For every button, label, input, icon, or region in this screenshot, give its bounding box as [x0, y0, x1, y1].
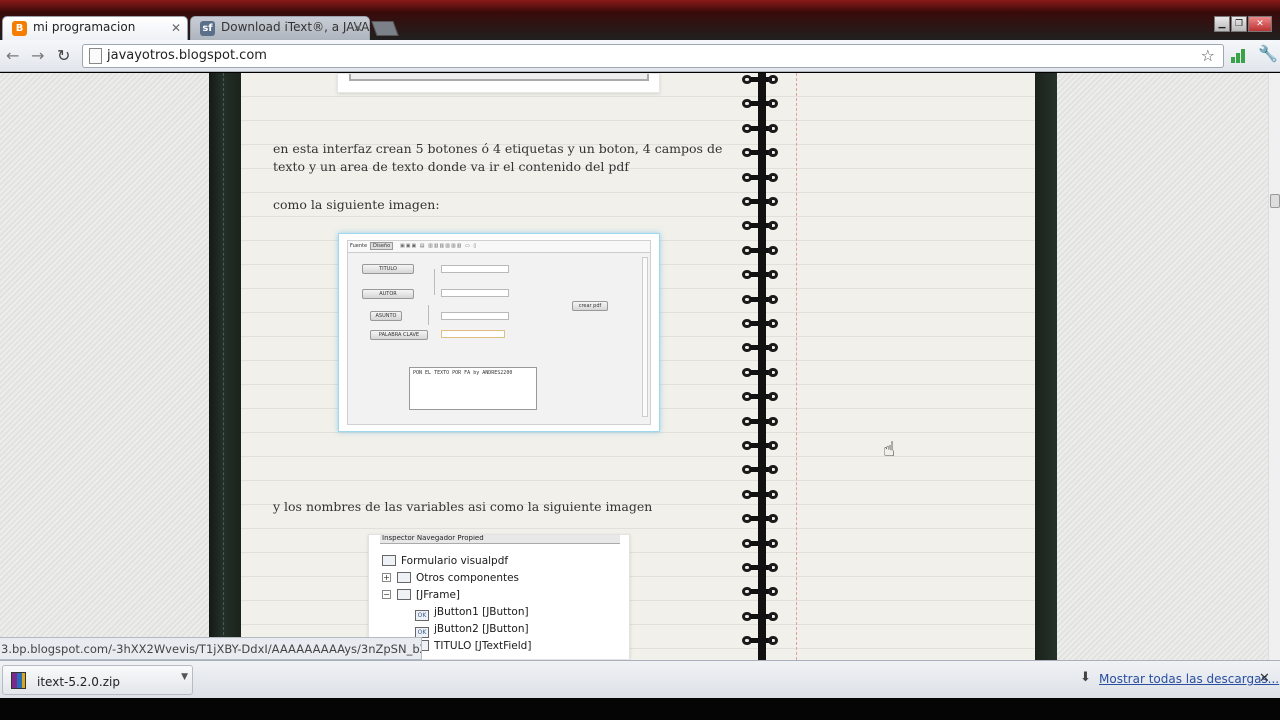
- margin-line: [796, 73, 797, 660]
- forward-icon[interactable]: →: [31, 46, 44, 65]
- field-autor: [441, 289, 509, 297]
- notebook-right-cover: [1035, 73, 1057, 660]
- star-icon[interactable]: ☆: [1201, 46, 1215, 65]
- extension-icon[interactable]: [1231, 47, 1245, 63]
- crear-pdf-button: crear pdf: [572, 301, 608, 311]
- spiral-ring: [742, 244, 782, 258]
- chevron-down-icon[interactable]: ▼: [181, 672, 188, 682]
- download-filename: itext-5.2.0.zip: [37, 675, 120, 689]
- spiral-ring: [742, 146, 782, 160]
- close-icon[interactable]: ✕: [171, 21, 181, 35]
- scrollbar-thumb[interactable]: [1270, 194, 1280, 208]
- maximize-icon[interactable]: ❐: [1231, 16, 1247, 32]
- collapse-icon: −: [382, 590, 391, 599]
- tab-download-itext[interactable]: sf Download iText®, a JAVA-P ✕: [190, 16, 370, 40]
- spiral-ring: [742, 585, 782, 599]
- spiral-ring: [742, 317, 782, 331]
- notebook-left-cover: [209, 73, 243, 660]
- sourceforge-icon: sf: [200, 21, 215, 36]
- tree-node: Otros componentes: [397, 571, 519, 585]
- designer-scrollbar: [642, 257, 648, 417]
- spiral-ring: [742, 512, 782, 526]
- spiral-ring: [742, 463, 782, 477]
- spiral-ring: [742, 390, 782, 404]
- article-paragraph: en esta interfaz crean 5 botones ó 4 eti…: [273, 141, 723, 174]
- spiral-ring: [742, 293, 782, 307]
- spiral-ring: [742, 488, 782, 502]
- spiral-ring: [742, 415, 782, 429]
- form-icon: [382, 555, 396, 566]
- taskbar: [0, 698, 1280, 720]
- button-icon: OK: [415, 610, 429, 621]
- field-asunto: [441, 312, 509, 320]
- field-palabra-clave: [441, 330, 505, 338]
- vertical-scrollbar[interactable]: [1268, 73, 1280, 660]
- browser-toolbar: ← → ↻ javayotros.blogspot.com ☆: [0, 40, 1280, 72]
- new-tab-button[interactable]: [371, 21, 399, 36]
- spiral-ring: [742, 561, 782, 575]
- page-icon: [89, 48, 102, 64]
- form-designer-image[interactable]: Fuente Diseño ▣▣▣ ▤ ▥▥▥▥▥▥ ▭ ▯ TITULO AU…: [338, 233, 660, 432]
- tab-title: Download iText®, a JAVA-P: [221, 20, 370, 34]
- download-shelf: itext-5.2.0.zip ▼ ⬇ Mostrar todas las de…: [0, 660, 1280, 698]
- navigator-header: Inspector Navegador Propied: [380, 535, 620, 544]
- zip-file-icon: [11, 672, 26, 689]
- label-asunto: ASUNTO: [370, 311, 402, 321]
- spiral-ring: [742, 73, 782, 87]
- tree-node: OK jButton2 [JButton]: [415, 622, 529, 638]
- address-bar[interactable]: javayotros.blogspot.com ☆: [82, 44, 1224, 68]
- tab-design: Diseño: [370, 242, 394, 250]
- minimize-icon[interactable]: ▁: [1214, 16, 1230, 32]
- spiral-ring: [742, 366, 782, 380]
- article-paragraph: como la siguiente imagen:: [273, 197, 440, 212]
- label-palabra-clave: PALABRA CLAVE: [370, 330, 428, 340]
- field-titulo: [441, 265, 509, 273]
- article-paragraph: y los nombres de las variables asi como …: [273, 499, 653, 514]
- tree-node: Formulario visualpdf: [382, 554, 508, 568]
- spiral-ring: [742, 537, 782, 551]
- pdf-textarea: PON EL TEXTO POR FA by ANDRES2200: [409, 367, 537, 410]
- tree-node: TITULO [JTextField]: [415, 639, 531, 653]
- spiral-ring: [742, 439, 782, 453]
- label-titulo: TITULO: [362, 264, 414, 274]
- browser-titlebar: B mi programacion ✕ sf Download iText®, …: [0, 0, 1280, 40]
- spiral-ring: [742, 634, 782, 648]
- designer-tabs: Fuente Diseño ▣▣▣ ▤ ▥▥▥▥▥▥ ▭ ▯: [348, 241, 650, 253]
- tab-source: Fuente: [350, 243, 368, 249]
- tab-title: mi programacion: [33, 20, 136, 34]
- url-text: javayotros.blogspot.com: [107, 48, 267, 63]
- blogger-icon: B: [12, 21, 27, 36]
- previous-image[interactable]: [337, 73, 660, 93]
- spiral-ring: [742, 610, 782, 624]
- page-viewport: en esta interfaz crean 5 botones ó 4 eti…: [0, 73, 1268, 660]
- download-arrow-icon: ⬇: [1080, 670, 1091, 685]
- show-all-downloads-link[interactable]: Mostrar todas las descargas...: [1099, 672, 1279, 686]
- download-item[interactable]: itext-5.2.0.zip ▼: [2, 665, 193, 695]
- components-icon: [397, 572, 411, 583]
- hand-cursor-icon: ☝: [883, 437, 896, 461]
- expand-icon: +: [382, 573, 391, 582]
- window-controls: ▁ ❐ ✕: [1214, 16, 1272, 32]
- wrench-icon[interactable]: 🔧: [1258, 44, 1278, 63]
- spiral-ring: [742, 97, 782, 111]
- tree-node: OK jButton1 [JButton]: [415, 605, 529, 621]
- spiral-ring: [742, 171, 782, 185]
- back-icon[interactable]: ←: [6, 46, 19, 65]
- label-autor: AUTOR: [362, 289, 414, 299]
- spiral-ring: [742, 268, 782, 282]
- reload-icon[interactable]: ↻: [57, 46, 70, 65]
- spiral-ring: [742, 219, 782, 233]
- status-url: 3.bp.blogspot.com/-3hXX2Wvevis/T1jXBY-Dd…: [0, 637, 422, 660]
- tree-node: [JFrame]: [397, 588, 460, 602]
- close-icon[interactable]: ✕: [1259, 671, 1270, 686]
- spiral-ring: [742, 341, 782, 355]
- frame-icon: [397, 589, 411, 600]
- tab-mi-programacion[interactable]: B mi programacion ✕: [2, 16, 188, 40]
- spiral-ring: [742, 195, 782, 209]
- close-window-icon[interactable]: ✕: [1248, 16, 1272, 32]
- close-icon[interactable]: ✕: [353, 21, 363, 35]
- spiral-ring: [742, 122, 782, 136]
